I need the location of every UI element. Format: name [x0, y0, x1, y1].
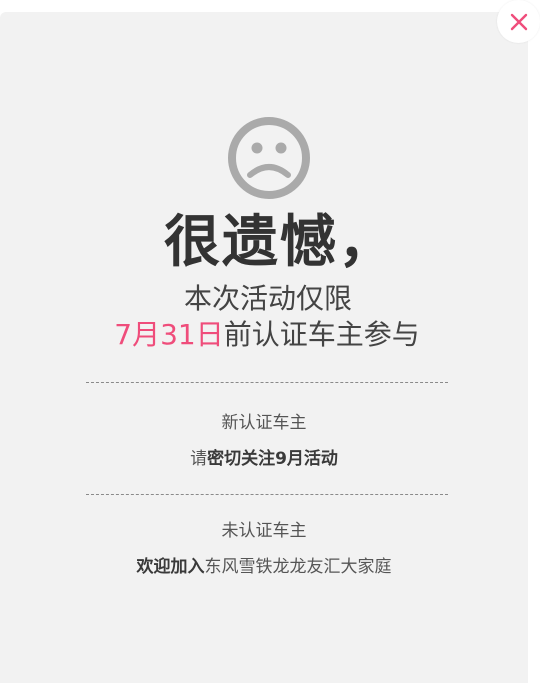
dialog-card: 很遗憾， 本次活动仅限 7月31日前认证车主参与 新认证车主 请密切关注9月活动…: [0, 12, 528, 683]
sad-face-icon: [228, 117, 310, 199]
headline: 很遗憾，: [164, 210, 396, 275]
dashed-divider: [86, 382, 448, 383]
close-button[interactable]: [497, 0, 540, 43]
new-owner-emphasis: 密切关注9月活动: [207, 449, 338, 469]
unverified-owner-desc: 欢迎加入东风雪铁龙龙友汇大家庭: [0, 555, 528, 579]
subtitle-date: 7月31日: [114, 318, 224, 351]
unverified-owner-title: 未认证车主: [221, 521, 307, 541]
subtitle-line1: 本次活动仅限: [183, 282, 352, 315]
new-owner-title: 新认证车主: [221, 413, 307, 433]
subtitle-rest: 前认证车主参与: [223, 318, 420, 351]
unverified-owner-rest: 东风雪铁龙龙友汇大家庭: [204, 557, 392, 577]
subtitle-line2: 7月31日前认证车主参与: [0, 317, 534, 353]
unverified-owner-emphasis: 欢迎加入: [136, 557, 205, 577]
new-owner-desc: 请密切关注9月活动: [0, 447, 528, 471]
dashed-divider: [86, 494, 448, 495]
new-owner-prefix: 请: [190, 449, 208, 469]
close-x-icon: [510, 13, 527, 30]
